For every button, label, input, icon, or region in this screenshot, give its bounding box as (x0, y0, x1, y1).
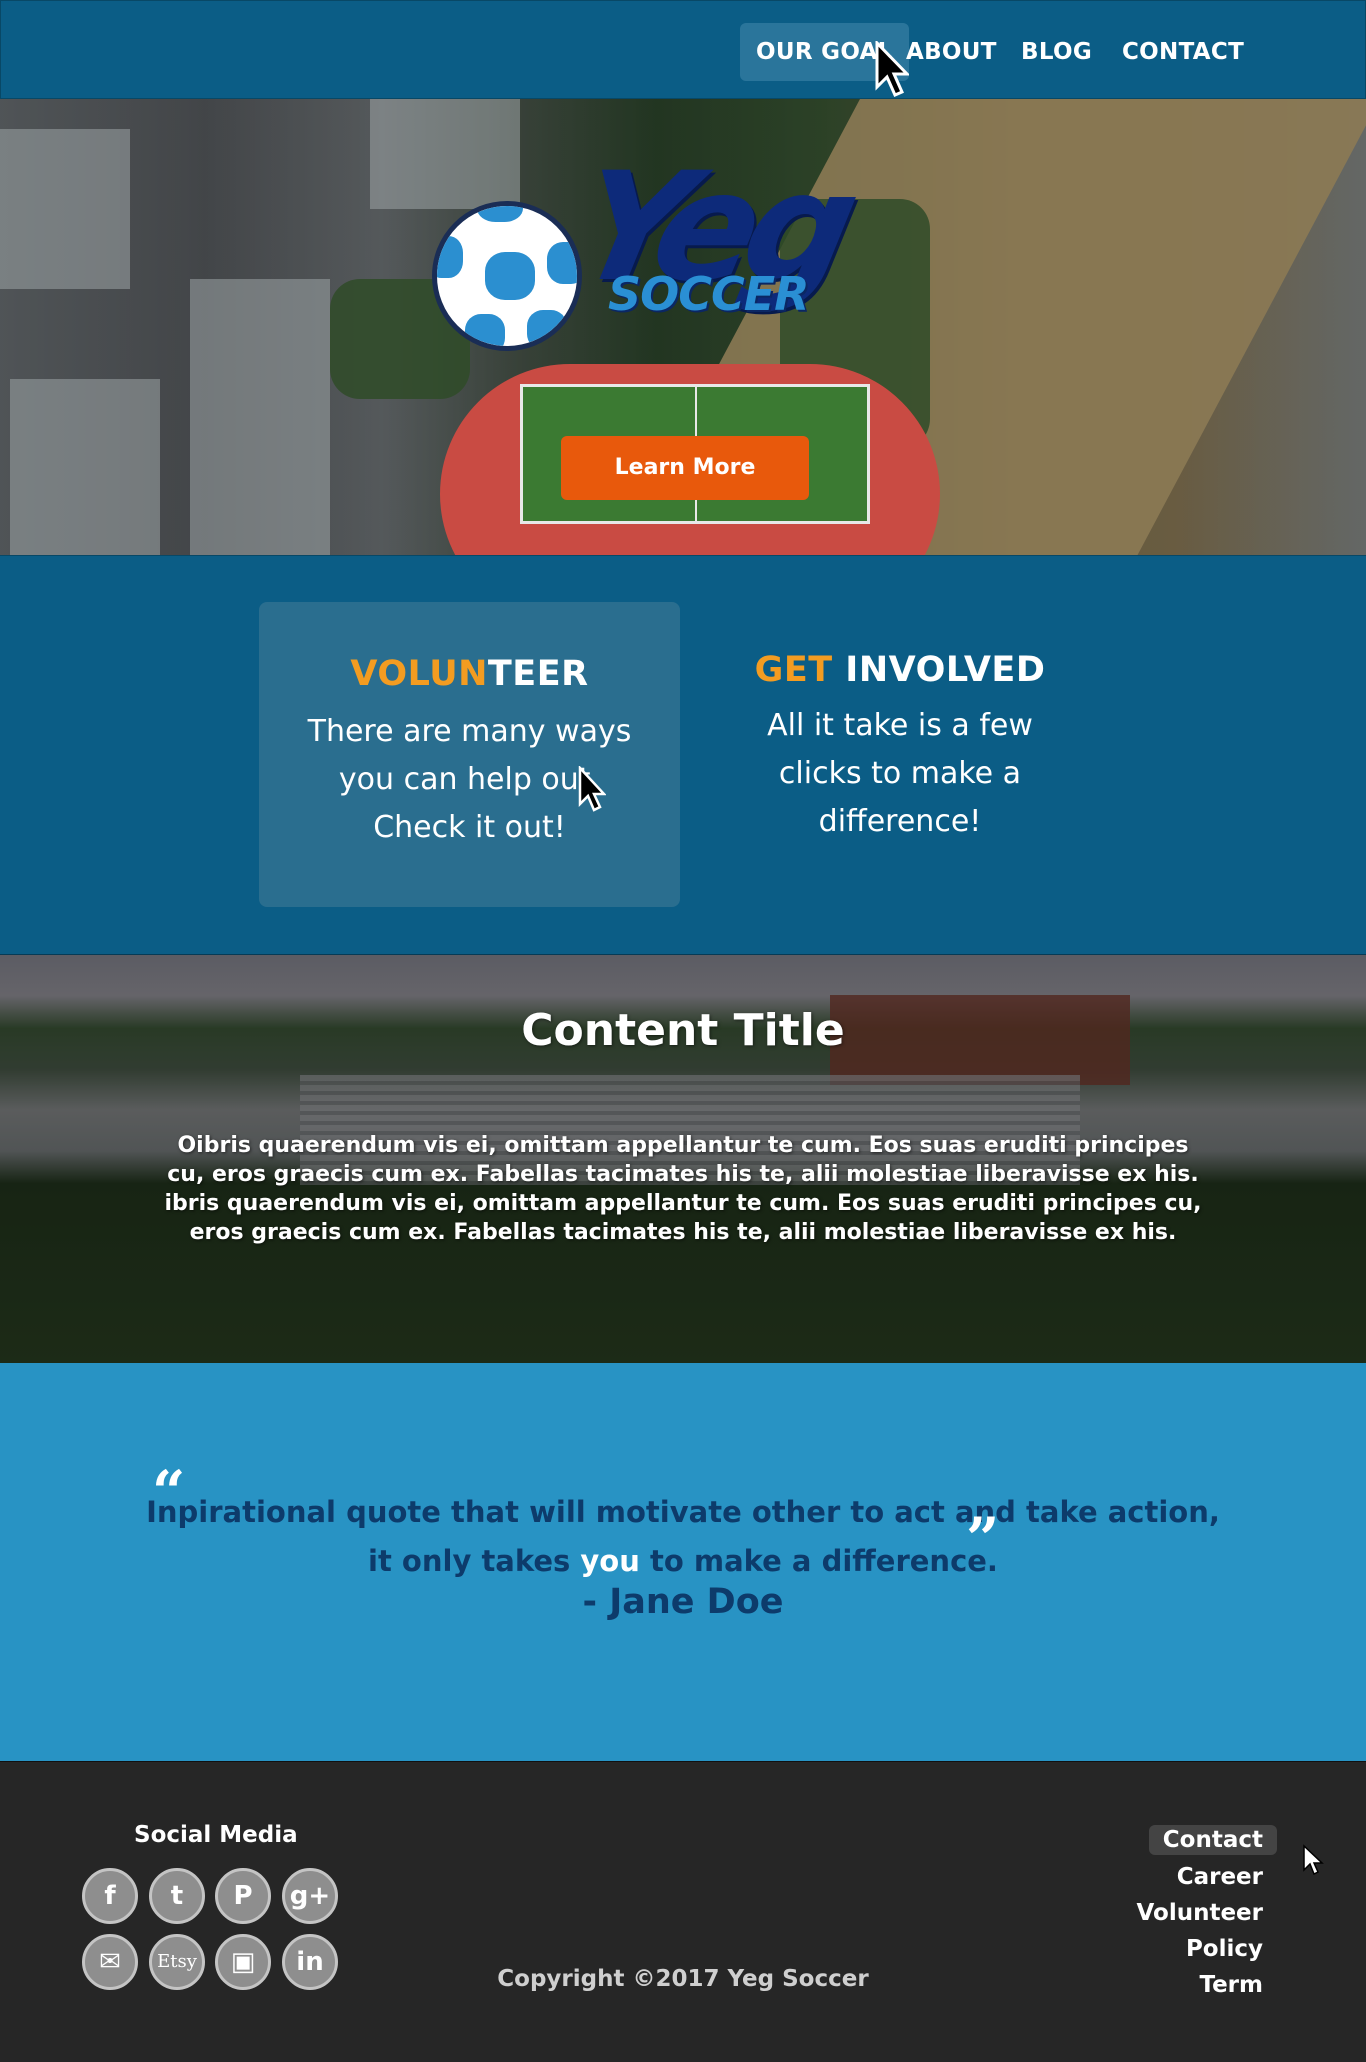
features-section: VOLUNTEER There are many ways you can he… (0, 555, 1366, 954)
logo-subtitle: SOCCER (608, 267, 810, 321)
pinterest-icon[interactable]: P (215, 1868, 271, 1924)
nav-blog[interactable]: BLOG (1005, 23, 1108, 81)
footer-link-volunteer[interactable]: Volunteer (1136, 1900, 1263, 1926)
hero-building (10, 379, 160, 555)
get-involved-block[interactable]: GET INVOLVED All it take is a few clicks… (700, 602, 1100, 907)
close-quote-icon: ” (966, 1505, 1000, 1573)
get-involved-text: All it take is a few clicks to make a di… (767, 708, 1033, 839)
twitter-icon[interactable]: t (149, 1868, 205, 1924)
footer-link-policy[interactable]: Policy (1186, 1936, 1263, 1962)
google-plus-icon[interactable]: g+ (282, 1868, 338, 1924)
mouse-cursor-icon (1303, 1844, 1324, 1876)
quote-text: Inpirational quote that will motivate ot… (146, 1495, 1220, 1578)
quote-author: - Jane Doe (582, 1582, 784, 1622)
volunteer-card[interactable]: VOLUNTEER There are many ways you can he… (259, 602, 680, 907)
volunteer-text: There are many ways you can help out. Ch… (307, 714, 632, 845)
footer: Social Media f t P g+ ✉ Etsy ▣ in Copyri… (0, 1761, 1366, 2062)
mouse-cursor-icon (875, 41, 909, 97)
content-section: Content Title Oibris quaerendum vis ei, … (0, 954, 1366, 1363)
get-involved-title: GET INVOLVED (754, 650, 1046, 690)
content-body: Oibris quaerendum vis ei, omittam appell… (164, 1133, 1202, 1245)
copyright-text: Copyright ©2017 Yeg Soccer (497, 1966, 869, 1992)
facebook-icon[interactable]: f (82, 1868, 138, 1924)
volunteer-title: VOLUNTEER (350, 654, 589, 694)
quote-section: “ Inpirational quote that will motivate … (0, 1363, 1366, 1761)
hero-building (0, 129, 130, 289)
yeg-soccer-logo: Yeg SOCCER (430, 141, 870, 409)
content-title: Content Title (521, 1005, 845, 1056)
soccer-ball-icon (432, 201, 582, 351)
learn-more-button[interactable]: Learn More (561, 436, 809, 500)
nav-contact[interactable]: CONTACT (1106, 23, 1260, 81)
top-nav: OUR GOAL ABOUT BLOG CONTACT (0, 0, 1366, 99)
social-media-title: Social Media (134, 1822, 298, 1848)
hero-building (190, 279, 330, 555)
footer-link-contact[interactable]: Contact (1148, 1825, 1277, 1855)
footer-link-term[interactable]: Term (1199, 1972, 1263, 1998)
footer-link-career[interactable]: Career (1177, 1864, 1263, 1890)
mouse-cursor-icon (578, 766, 606, 812)
hero-banner: Yeg SOCCER Learn More (0, 99, 1366, 555)
